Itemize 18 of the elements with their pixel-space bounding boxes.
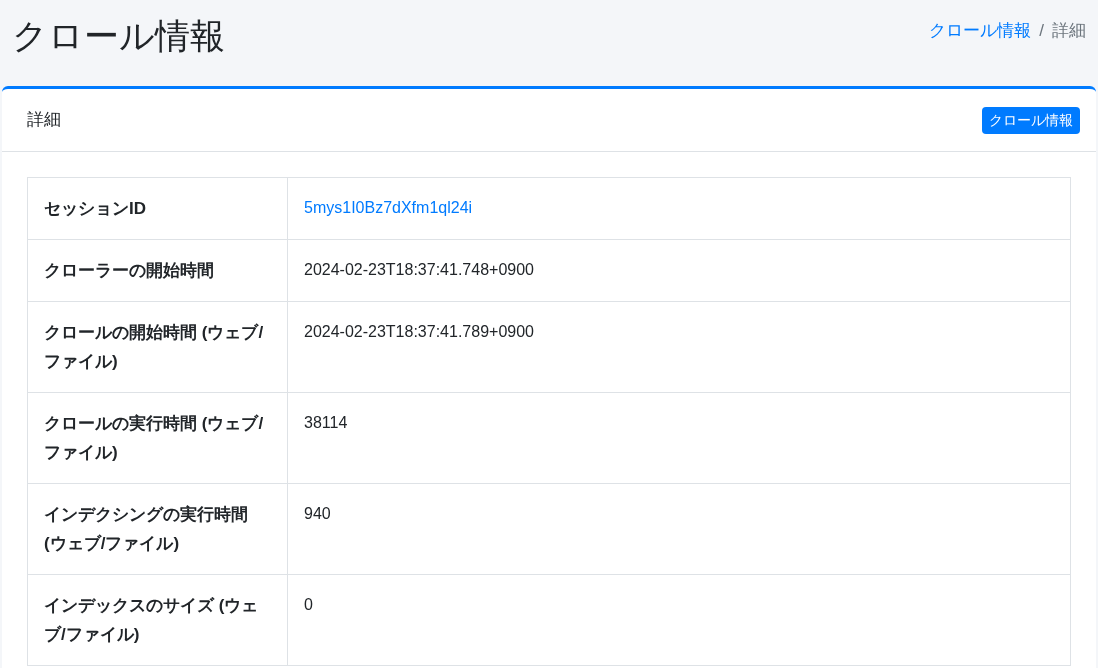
card-title: 詳細 [27, 109, 61, 132]
breadcrumb-current: 詳細 [1052, 20, 1086, 42]
row-label: セッションID [27, 177, 288, 240]
row-value: 38114 [287, 392, 1071, 484]
breadcrumb-separator: / [1039, 20, 1044, 42]
row-label: クローラーの開始時間 [27, 239, 288, 302]
page-title: クロール情報 [12, 15, 225, 57]
row-label: クロールの開始時間 (ウェブ/ファイル) [27, 301, 288, 393]
session-id-link[interactable]: 5mys1I0Bz7dXfm1ql24i [304, 199, 473, 216]
row-value: 0 [287, 574, 1071, 666]
breadcrumb-link[interactable]: クロール情報 [929, 18, 1032, 44]
row-value: 940 [287, 483, 1071, 575]
row-label: インデクシングの実行時間 (ウェブ/ファイル) [27, 483, 288, 575]
crawl-info-button[interactable]: クロール情報 [982, 106, 1080, 134]
row-value: 2024-02-23T18:37:41.748+0900 [287, 239, 1071, 302]
row-value: 2024-02-23T18:37:41.789+0900 [287, 301, 1071, 393]
row-label: インデックスのサイズ (ウェブ/ファイル) [27, 574, 288, 666]
row-label: クロールの実行時間 (ウェブ/ファイル) [27, 392, 288, 484]
